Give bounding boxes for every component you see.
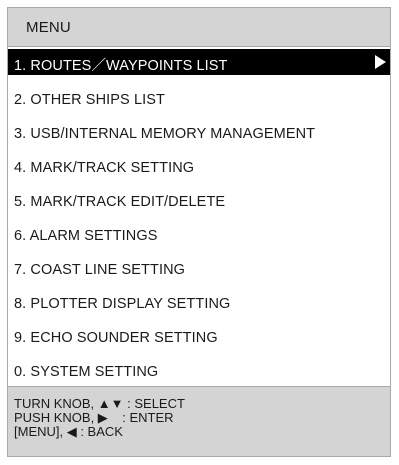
menu-item-label: 8. PLOTTER DISPLAY SETTING [14,296,231,312]
menu-item-label: 9. ECHO SOUNDER SETTING [14,330,218,346]
menu-item-system-setting[interactable]: 0. SYSTEM SETTING [8,355,390,389]
menu-item-routes-waypoints-list[interactable]: 1. ROUTES／WAYPOINTS LIST [8,49,390,75]
help-line-select: TURN KNOB, ▲▼ : SELECT [14,396,185,411]
menu-item-label: 0. SYSTEM SETTING [14,364,159,380]
menu-item-mark-track-setting[interactable]: 4. MARK/TRACK SETTING [8,151,390,185]
menu-item-alarm-settings[interactable]: 6. ALARM SETTINGS [8,219,390,253]
menu-title: MENU [26,19,71,36]
menu-item-label: 6. ALARM SETTINGS [14,228,158,244]
menu-item-other-ships-list[interactable]: 2. OTHER SHIPS LIST [8,83,390,117]
help-line-enter: PUSH KNOB, ▶ : ENTER [14,410,174,425]
menu-item-label: 4. MARK/TRACK SETTING [14,160,195,176]
right-arrow-icon [375,55,386,69]
menu-item-echo-sounder-setting[interactable]: 9. ECHO SOUNDER SETTING [8,321,390,355]
menu-item-label: 5. MARK/TRACK EDIT/DELETE [14,194,226,210]
menu-panel: MENU 1. ROUTES／WAYPOINTS LIST 2. OTHER S… [7,7,391,457]
menu-item-label: 7. COAST LINE SETTING [14,262,186,278]
help-footer: TURN KNOB, ▲▼ : SELECT PUSH KNOB, ▶ : EN… [8,386,390,456]
menu-list: 1. ROUTES／WAYPOINTS LIST 2. OTHER SHIPS … [8,48,390,389]
menu-item-mark-track-edit-delete[interactable]: 5. MARK/TRACK EDIT/DELETE [8,185,390,219]
menu-header: MENU [8,8,390,47]
menu-item-label: 2. OTHER SHIPS LIST [14,92,165,108]
menu-item-label: 1. ROUTES／WAYPOINTS LIST [14,58,228,74]
menu-item-plotter-display-setting[interactable]: 8. PLOTTER DISPLAY SETTING [8,287,390,321]
menu-item-coast-line-setting[interactable]: 7. COAST LINE SETTING [8,253,390,287]
menu-item-usb-internal-memory-management[interactable]: 3. USB/INTERNAL MEMORY MANAGEMENT [8,117,390,151]
menu-item-label: 3. USB/INTERNAL MEMORY MANAGEMENT [14,126,316,142]
help-line-back: [MENU], ◀ : BACK [14,424,123,439]
